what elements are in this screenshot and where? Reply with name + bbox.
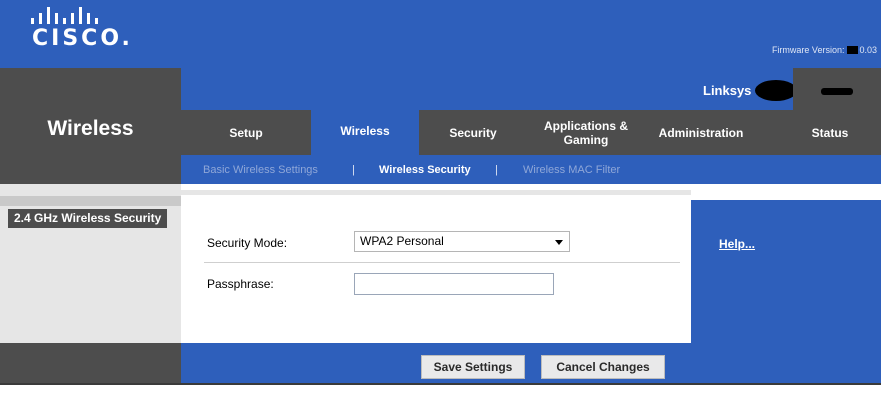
redaction-box [847,46,859,54]
sub-tab-bar: Basic Wireless Settings | Wireless Secur… [181,155,881,184]
side-section-label: 2.4 GHz Wireless Security [8,209,168,228]
passphrase-label: Passphrase: [207,277,274,291]
firmware-version: Firmware Version: 0.03 [772,45,877,55]
product-name: Linksys [703,83,752,98]
brand-right-panel [793,68,881,110]
section-title: Wireless [47,117,134,140]
dropdown-caret-icon [555,240,563,245]
tab-security[interactable]: Security [419,110,527,155]
subtab-wireless-mac-filter[interactable]: Wireless MAC Filter [523,164,620,176]
content-panel [181,184,691,343]
brand-row: Linksys [181,68,881,110]
logo-wordmark: CISCO. [32,26,133,51]
cisco-bars-icon [31,7,98,24]
subtab-basic-wireless-settings[interactable]: Basic Wireless Settings [203,164,318,176]
bottom-border [0,383,881,385]
sidebar-divider [0,196,181,206]
cancel-changes-button[interactable]: Cancel Changes [541,355,665,379]
main-tab-bar: Setup Wireless Security Applications & G… [181,107,881,155]
firmware-version-value: 0.03 [859,45,877,55]
redacted-model-number [821,88,853,95]
left-sidebar [0,184,181,343]
tab-wireless[interactable]: Wireless [311,107,419,155]
help-panel: Help... [691,200,881,383]
tab-setup[interactable]: Setup [181,110,311,155]
content-divider [181,190,691,195]
tab-administration[interactable]: Administration [645,110,757,155]
redacted-model [755,80,797,101]
subtab-separator: | [352,164,355,176]
firmware-version-label: Firmware Version: [771,45,845,55]
security-mode-select[interactable]: WPA2 Personal [354,231,570,252]
subtab-separator: | [495,164,498,176]
tab-applications-gaming[interactable]: Applications & Gaming [527,110,645,155]
subtab-wireless-security[interactable]: Wireless Security [379,164,471,176]
security-mode-label: Security Mode: [207,236,288,250]
passphrase-input[interactable] [354,273,554,295]
bottom-left-panel [0,343,181,383]
security-mode-value: WPA2 Personal [360,234,444,248]
tab-status[interactable]: Status [779,110,881,155]
form-row-divider [204,262,680,263]
action-bar: Save Settings Cancel Changes [181,343,691,383]
save-settings-button[interactable]: Save Settings [421,355,525,379]
help-link[interactable]: Help... [719,237,755,251]
cisco-logo: CISCO. [30,6,130,51]
top-header: CISCO. Firmware Version: 0.03 [0,0,881,68]
